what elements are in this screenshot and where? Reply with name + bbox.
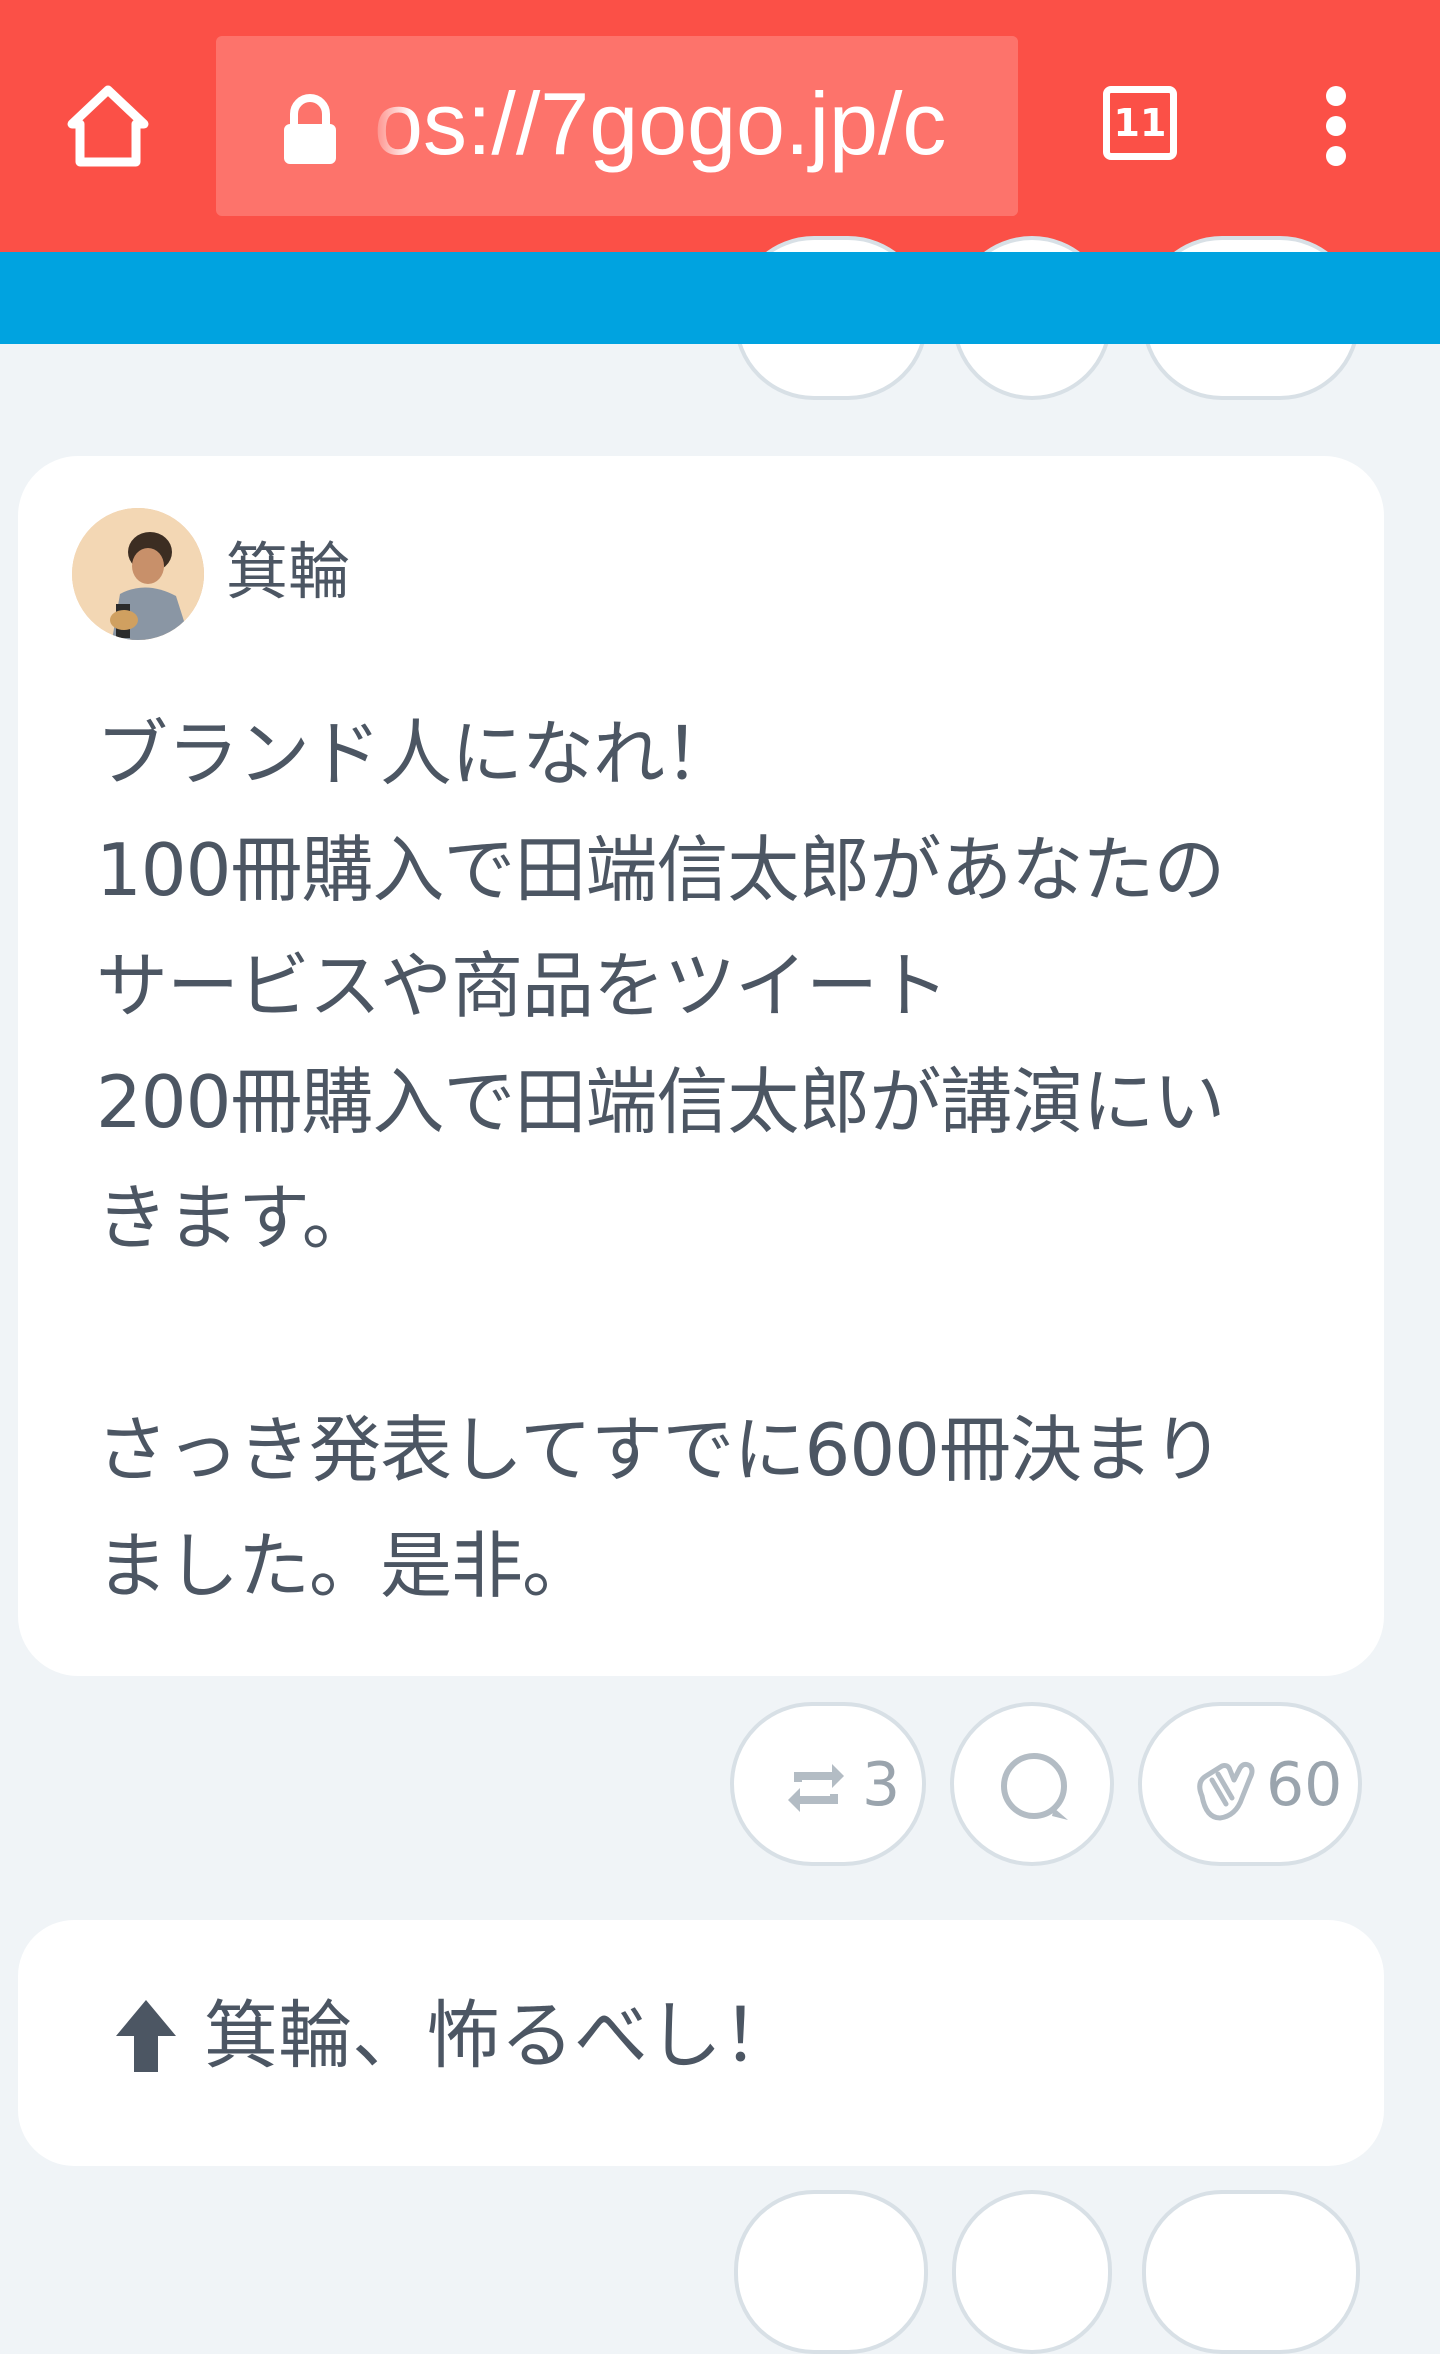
comment-button[interactable]	[950, 1702, 1114, 1866]
next-post-banner[interactable]: 箕輪、怖るべし！	[18, 1920, 1384, 2166]
browser-toolbar: os://7gogo.jp/c 11	[0, 0, 1440, 252]
comment-icon	[1001, 1753, 1068, 1820]
next-repost-button[interactable]	[734, 2190, 928, 2354]
url-bar[interactable]: os://7gogo.jp/c	[216, 36, 1018, 216]
url-text: os://7gogo.jp/c	[374, 74, 947, 173]
home-icon[interactable]	[62, 80, 154, 172]
url-fade-left	[366, 36, 412, 216]
clap-count: 60	[1266, 1750, 1343, 1820]
next-clap-button[interactable]	[1142, 2190, 1360, 2354]
arrow-up-icon	[114, 1998, 178, 2074]
author-name[interactable]: 箕輪	[226, 532, 350, 612]
post-body-text: ブランド人になれ！ 100冊購入で田端信太郎があなたの サービスや商品をツイート…	[96, 712, 1225, 1608]
next-comment-button[interactable]	[952, 2190, 1112, 2354]
author-avatar[interactable]	[72, 508, 204, 640]
clap-icon	[1197, 1761, 1255, 1821]
repost-button[interactable]: 3	[730, 1702, 926, 1866]
repost-count: 3	[862, 1750, 901, 1820]
tab-switcher-button[interactable]: 11	[1103, 86, 1177, 160]
repost-icon	[788, 1764, 844, 1812]
next-post-text: 箕輪、怖るべし！	[204, 1993, 796, 2079]
clap-button[interactable]: 60	[1138, 1702, 1362, 1866]
url-fade-right	[968, 36, 1018, 216]
header-overlay	[0, 252, 1440, 344]
lock-icon	[278, 92, 342, 168]
overflow-menu-icon[interactable]	[1316, 86, 1356, 166]
